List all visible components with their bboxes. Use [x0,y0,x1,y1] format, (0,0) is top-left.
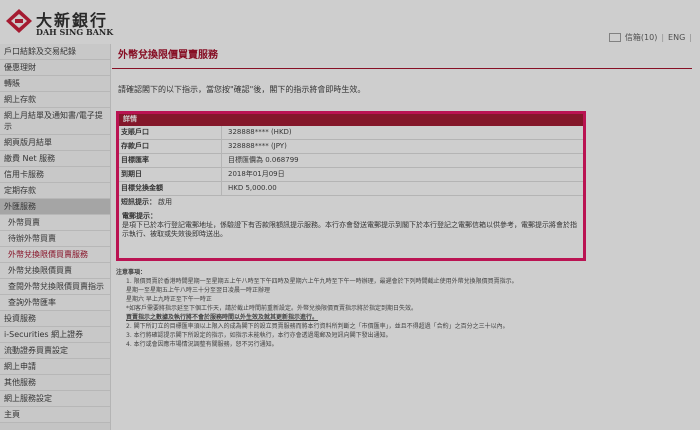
detail-row: 目標匯率 目標匯價為 0.068799 [119,154,583,168]
sms-notice-label: 短訊提示： [121,198,156,206]
sidebar: 戶口結餘及交易紀錄 優惠理財 轉賬 網上存款 網上月結單及通知書/電子提示 網頁版月結單繳… [0,44,111,430]
sidebar-item[interactable]: 網上月結單及通知書/電子提示 [0,108,110,135]
detail-value: 2018年01月09日 [228,170,285,178]
instruction-text: 請確認閣下的以下指示，當您按"確認"後，閣下的指示將會即時生效。 [118,85,366,94]
sidebar-item[interactable]: 網上存款 [0,92,110,108]
sidebar-item[interactable]: 定期存款 [0,183,110,199]
title-divider [112,68,692,69]
note-line: 2. 閣下所訂立的目標匯率須以上限入的成為閣下的設立買賣服務而將本行資料所判斷之… [126,323,509,330]
notes-heading: 注意事項： [116,269,147,276]
detail-label: 支賬戶口 [119,126,222,139]
sidebar-item[interactable]: 信用卡服務 [0,167,110,183]
sidebar-item[interactable]: 優惠理財 [0,60,110,76]
note-line: 買賣指示之數據及執行將不會於服務時間以外生效及就其更新指示進行。 [126,314,319,321]
divider: | [661,33,665,42]
detail-label: 目標匯率 [119,154,222,167]
brand-name-en: DAH SING BANK [36,27,114,37]
confirmation-panel: 詳情 支賬戶口 328888**** (HKD) 存款戶口 328888**** (J… [116,111,586,261]
note-line: 4. 本行或會因應市場情況調整有關服務，恕不另行通知。 [126,341,278,348]
sidebar-item[interactable]: 繳費 Net 服務 [0,151,110,167]
lang-en-link[interactable]: ENG [668,33,685,42]
notes-section: 注意事項： 1. 限價買賣於香港時間星期一至星期五上午八時至下午四時及星期六上午… [116,268,588,349]
sidebar-item[interactable]: 外幣兌換限價買賣服務 [0,247,110,263]
detail-row: 目標兌換金額 HKD 5,000.00 [119,182,583,196]
sidebar-item[interactable]: 主頁 [0,407,110,423]
sidebar-item[interactable]: 外幣兌換限價買賣 [0,263,110,279]
detail-label: 存款戶口 [119,140,222,153]
sidebar-item[interactable]: 網頁版月結單 [0,135,110,151]
email-notice-label: 電郵提示： [122,212,157,220]
note-line: *如客戶需要將指示延至下個工作天，請於截止時間前重新設定。外幣兌換限價買賣指示將… [126,305,418,312]
email-notice-text: 是項下已於本行登記電郵地址，係驗證下有否款限額訊提示服務。本行亦會發送電郵提示到… [122,221,577,238]
sidebar-item[interactable]: 網上申請 [0,359,110,375]
note-line: 星期六 早上九時正至下午一時正 [126,296,212,303]
sidebar-item[interactable]: 網上服務設定 [0,391,110,407]
note-line: 1. 限價買賣於香港時間星期一至星期五上午八時至下午四時及星期六上午九時至下午一… [126,278,518,285]
top-links: 信箱(10) | ENG | [608,32,692,43]
detail-row: 支賬戶口 328888**** (HKD) [119,126,583,140]
sidebar-item[interactable]: i-Securities 網上證券 [0,327,110,343]
note-line: 星期一至星期五上午八時三十分至翌日凌晨一時正辦理 [126,287,271,294]
sidebar-item[interactable]: 查閱外幣兌換限價買賣指示 [0,279,110,295]
detail-row: 到期日 2018年01月09日 [119,168,583,182]
sidebar-item[interactable]: 轉賬 [0,76,110,92]
detail-value: 328888**** (HKD) [228,128,292,136]
sms-notice-value: 啟用 [158,198,172,206]
mailbox-link[interactable]: 信箱(10) [625,32,657,43]
detail-value: 目標匯價為 0.068799 [228,156,299,164]
header: 大新銀行 DAH SING BANK 信箱(10) | ENG | [0,0,700,44]
sidebar-item[interactable]: 外匯服務 [0,199,110,215]
sidebar-item[interactable]: 查詢外幣匯率 [0,295,110,311]
email-notice: 電郵提示： 是項下已於本行登記電郵地址，係驗證下有否款限額訊提示服務。本行亦會發… [119,209,583,242]
page-title: 外幣兌換限價買賣服務 [118,50,218,61]
mail-icon[interactable] [608,33,621,42]
bank-logo-icon [6,9,32,33]
sidebar-item[interactable]: 投資服務 [0,311,110,327]
sms-notice-row: 短訊提示： 啟用 [119,196,583,209]
detail-label: 到期日 [119,168,222,181]
detail-row: 存款戶口 328888**** (JPY) [119,140,583,154]
main-content: 外幣兌換限價買賣服務 請確認閣下的以下指示，當您按"確認"後，閣下的指示將會即時… [112,44,700,430]
panel-heading: 詳情 [119,114,583,126]
detail-value: 328888**** (JPY) [228,142,287,150]
note-line: 3. 本行將確認提示閣下所設定的指示，如指示未能執行，本行亦會透過電郵及短訊向閣… [126,332,392,339]
sidebar-item[interactable]: 其他服務 [0,375,110,391]
sidebar-item[interactable]: 外幣買賣 [0,215,110,231]
detail-value: HKD 5,000.00 [228,184,277,192]
detail-label: 目標兌換金額 [119,182,222,195]
sidebar-item[interactable]: 戶口結餘及交易紀錄 [0,44,110,60]
sidebar-item[interactable]: 流動證券買賣設定 [0,343,110,359]
sidebar-item[interactable]: 待辦外幣買賣 [0,231,110,247]
divider: | [689,33,692,42]
